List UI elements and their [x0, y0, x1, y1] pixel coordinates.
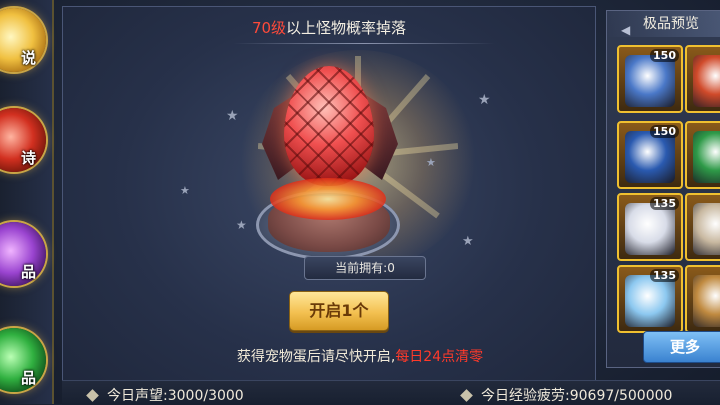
pet-portrait	[625, 203, 675, 255]
diamond-icon	[86, 389, 99, 402]
sidebar-item-legend[interactable]: 说	[0, 8, 46, 72]
star-icon: ★	[180, 184, 190, 197]
drop-level: 70级	[251, 19, 287, 37]
pet-level: 135	[650, 269, 679, 282]
star-icon: ★	[478, 92, 491, 108]
star-icon: ★	[426, 156, 436, 169]
pet-portrait	[693, 203, 720, 255]
open-egg-button[interactable]: 开启1个	[289, 291, 389, 331]
reputation-label: 今日声望:	[107, 388, 168, 404]
sidebar-item-rare[interactable]: 品	[0, 222, 46, 286]
owned-count: 当前拥有:0	[304, 256, 426, 280]
preview-card[interactable]	[685, 121, 720, 189]
lava-glow	[270, 178, 386, 220]
pet-level: 150	[650, 125, 679, 138]
star-icon: ★	[226, 108, 239, 124]
exp-value: 90697/500000	[569, 388, 673, 404]
pet-portrait	[625, 275, 675, 327]
left-sidebar: 说 诗 品 品	[0, 0, 54, 404]
exp-fatigue-stat: 今日经验疲劳:90697/500000	[460, 385, 673, 405]
drop-info-title: 70级以上怪物概率掉落	[63, 7, 595, 38]
preview-card[interactable]	[685, 193, 720, 261]
reputation-stat: 今日声望:3000/3000	[86, 385, 244, 405]
pet-portrait	[693, 131, 720, 183]
hint-reset: 每日24点清零	[395, 349, 484, 365]
preview-card[interactable]: 150	[617, 45, 683, 113]
reputation-value: 3000/3000	[167, 388, 244, 404]
preview-card[interactable]: 150	[617, 121, 683, 189]
stats-bar: 今日声望:3000/3000 今日经验疲劳:90697/500000	[62, 380, 720, 405]
diamond-icon	[460, 389, 473, 402]
pet-portrait	[693, 275, 720, 327]
sidebar-item-label: 诗	[20, 149, 36, 167]
drop-text: 以上怪物概率掉落	[286, 19, 407, 37]
pet-portrait	[625, 131, 675, 183]
sidebar-item-label: 品	[20, 263, 36, 281]
pet-level: 150	[650, 49, 679, 62]
sidebar-item-label: 说	[20, 49, 36, 67]
star-icon: ★	[236, 218, 247, 232]
preview-card[interactable]	[685, 45, 720, 113]
exp-label: 今日经验疲劳:	[481, 388, 570, 404]
hint-main: 获得宠物蛋后请尽快开启,	[236, 349, 396, 365]
more-button[interactable]: 更多	[643, 331, 720, 363]
preview-title: ◀ 极品预览	[607, 11, 720, 37]
star-icon: ★	[462, 234, 474, 249]
sidebar-item-epic[interactable]: 诗	[0, 108, 46, 172]
pet-portrait	[625, 55, 675, 107]
arrow-left-icon[interactable]: ◀	[621, 17, 630, 43]
sidebar-item-label: 品	[20, 369, 36, 387]
preview-card[interactable]: 135	[617, 265, 683, 333]
pet-portrait	[693, 55, 720, 107]
preview-title-text: 极品预览	[643, 16, 699, 32]
preview-card[interactable]: 135	[617, 193, 683, 261]
pet-level: 135	[650, 197, 679, 210]
preview-card[interactable]	[685, 265, 720, 333]
preview-panel: ◀ 极品预览 150 150 135 135 更多	[606, 10, 720, 368]
title-divider	[233, 43, 495, 44]
